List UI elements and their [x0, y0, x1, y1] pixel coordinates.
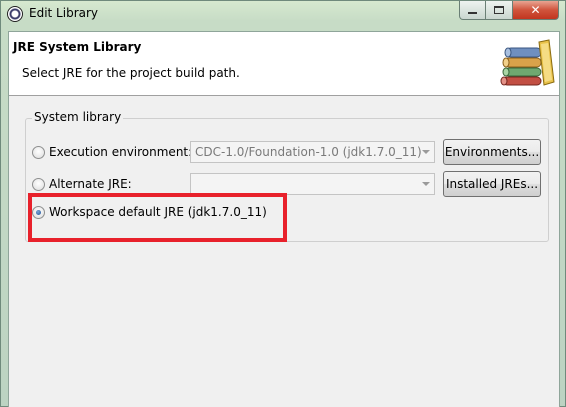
chevron-down-icon[interactable]	[417, 174, 434, 194]
minimize-icon	[468, 12, 477, 14]
maximize-button[interactable]	[486, 1, 513, 20]
wizard-banner: JRE System Library Select JRE for the pr…	[9, 32, 559, 96]
execution-environment-value: CDC-1.0/Foundation-1.0 (jdk1.7.0_11)	[195, 145, 422, 159]
execution-environment-radio[interactable]	[32, 145, 45, 159]
close-icon: ✕	[530, 3, 541, 17]
caption-buttons: ✕	[459, 1, 559, 20]
banner-description: Select JRE for the project build path.	[22, 66, 240, 80]
execution-environment-combo[interactable]: CDC-1.0/Foundation-1.0 (jdk1.7.0_11)	[190, 141, 435, 163]
maximize-icon	[494, 6, 504, 14]
edit-library-window: Edit Library ✕ JRE System Library Select…	[0, 0, 566, 407]
red-highlight-annotation	[28, 193, 287, 242]
minimize-button[interactable]	[459, 1, 486, 20]
alternate-jre-radio[interactable]	[32, 177, 45, 191]
execution-environment-option[interactable]: Execution environment:	[32, 141, 192, 163]
title-bar[interactable]: Edit Library ✕	[1, 1, 565, 27]
group-legend: System library	[32, 110, 124, 124]
chevron-down-icon[interactable]	[417, 142, 434, 162]
execution-environment-label: Execution environment:	[49, 145, 193, 159]
close-button[interactable]: ✕	[513, 1, 559, 20]
alternate-jre-combo[interactable]	[190, 173, 435, 195]
window-title: Edit Library	[29, 6, 99, 20]
installed-jres-button[interactable]: Installed JREs...	[443, 171, 541, 197]
alternate-jre-option[interactable]: Alternate JRE:	[32, 173, 132, 195]
environments-button[interactable]: Environments...	[443, 139, 541, 165]
alternate-jre-label: Alternate JRE:	[49, 177, 132, 191]
eclipse-app-icon	[7, 6, 23, 22]
library-books-icon	[500, 39, 555, 86]
banner-title: JRE System Library	[13, 40, 142, 54]
